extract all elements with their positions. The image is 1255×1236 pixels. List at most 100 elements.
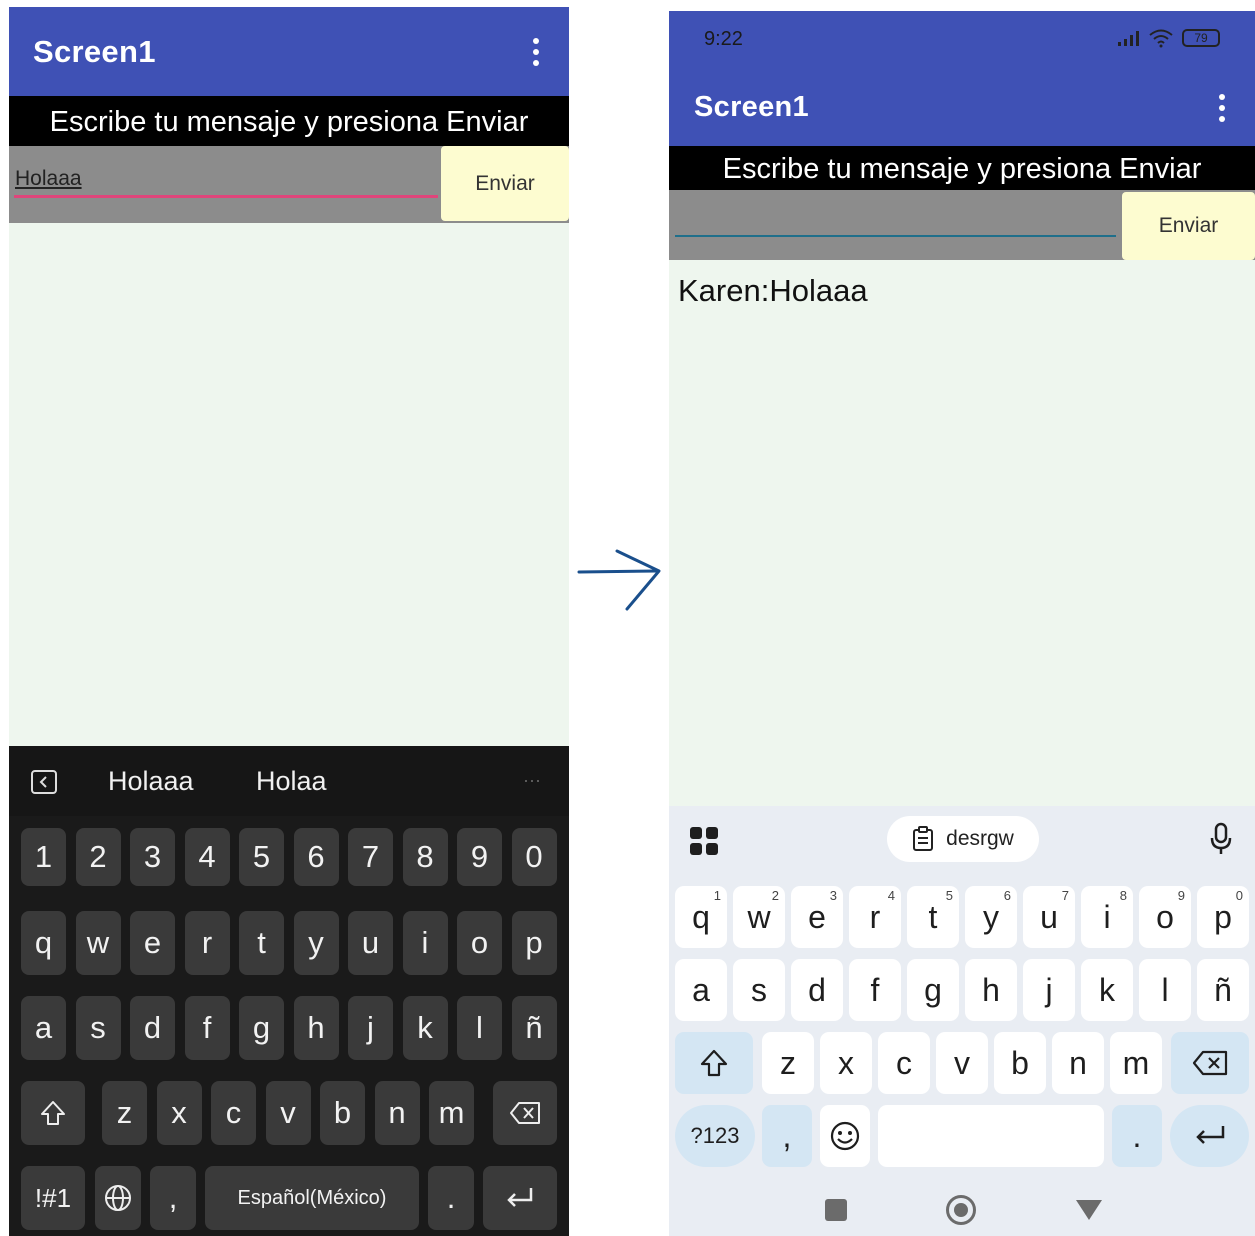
key-s[interactable]: s	[733, 959, 785, 1021]
key-x[interactable]: x	[156, 1081, 202, 1145]
language-key[interactable]	[95, 1166, 141, 1230]
key-o[interactable]: o	[457, 911, 502, 975]
backspace-icon	[1192, 1050, 1228, 1076]
key-7[interactable]: 7	[348, 828, 393, 886]
key-y[interactable]: y6	[965, 886, 1017, 948]
enter-key[interactable]	[483, 1166, 557, 1230]
backspace-key[interactable]	[493, 1081, 557, 1145]
key-i[interactable]: i8	[1081, 886, 1133, 948]
key-a[interactable]: a	[21, 996, 66, 1060]
space-key[interactable]	[878, 1105, 1104, 1167]
send-button[interactable]: Enviar	[441, 146, 569, 221]
key-s[interactable]: s	[75, 996, 121, 1060]
message-input[interactable]	[669, 190, 1119, 250]
space-key[interactable]: Español(México)	[205, 1166, 419, 1230]
enter-key[interactable]	[1170, 1105, 1249, 1167]
clipboard-suggestion-chip[interactable]: desrgw	[887, 816, 1039, 862]
overflow-menu-icon[interactable]	[1217, 94, 1227, 122]
comma-key[interactable]: ,	[150, 1166, 196, 1230]
overflow-menu-icon[interactable]	[531, 38, 541, 66]
key-3[interactable]: 3	[130, 828, 175, 886]
key-y[interactable]: y	[293, 911, 339, 975]
key-m[interactable]: m	[429, 1081, 474, 1145]
message-input[interactable]: Holaaa	[9, 146, 439, 206]
key-g[interactable]: g	[907, 959, 959, 1021]
more-options-icon[interactable]: ···	[523, 770, 541, 791]
key-r[interactable]: r	[184, 911, 230, 975]
key-label: o	[1156, 898, 1174, 935]
nav-back-button[interactable]	[1075, 1199, 1103, 1221]
key-o[interactable]: o9	[1139, 886, 1191, 948]
microphone-icon[interactable]	[1209, 822, 1233, 856]
key-0[interactable]: 0	[511, 828, 557, 886]
key-i[interactable]: i	[402, 911, 448, 975]
key-d[interactable]: d	[791, 959, 843, 1021]
key-n[interactable]: n	[374, 1081, 420, 1145]
key-label: e	[808, 898, 826, 935]
key-2[interactable]: 2	[75, 828, 121, 886]
nav-recents-button[interactable]	[825, 1199, 847, 1221]
key-ñ[interactable]: ñ	[1197, 959, 1249, 1021]
key-1[interactable]: 1	[21, 828, 66, 886]
key-f[interactable]: f	[849, 959, 901, 1021]
key-v[interactable]: v	[265, 1081, 311, 1145]
key-k[interactable]: k	[1081, 959, 1133, 1021]
comma-key[interactable]: ,	[762, 1105, 812, 1167]
suggestion-1[interactable]: Holaaa	[108, 766, 194, 797]
send-button[interactable]: Enviar	[1122, 192, 1255, 260]
emoji-key[interactable]	[820, 1105, 870, 1167]
nav-home-button[interactable]	[946, 1195, 976, 1225]
shift-key[interactable]	[675, 1032, 753, 1094]
numbers-key[interactable]: ?123	[675, 1105, 755, 1167]
key-h[interactable]: h	[293, 996, 339, 1060]
key-h[interactable]: h	[965, 959, 1017, 1021]
key-z[interactable]: z	[762, 1032, 814, 1094]
key-j[interactable]: j	[348, 996, 393, 1060]
key-6[interactable]: 6	[293, 828, 339, 886]
key-p[interactable]: p	[511, 911, 557, 975]
key-9[interactable]: 9	[457, 828, 502, 886]
key-w[interactable]: w	[75, 911, 121, 975]
key-x[interactable]: x	[820, 1032, 872, 1094]
key-a[interactable]: a	[675, 959, 727, 1021]
apps-grid-icon[interactable]	[689, 826, 719, 856]
key-f[interactable]: f	[184, 996, 230, 1060]
key-e[interactable]: e	[130, 911, 175, 975]
enter-icon	[1192, 1123, 1228, 1149]
key-d[interactable]: d	[130, 996, 175, 1060]
key-v[interactable]: v	[936, 1032, 988, 1094]
key-l[interactable]: l	[457, 996, 502, 1060]
key-j[interactable]: j	[1023, 959, 1075, 1021]
key-b[interactable]: b	[994, 1032, 1046, 1094]
key-m[interactable]: m	[1110, 1032, 1162, 1094]
key-8[interactable]: 8	[402, 828, 448, 886]
key-5[interactable]: 5	[239, 828, 284, 886]
key-c[interactable]: c	[211, 1081, 256, 1145]
suggestion-2[interactable]: Holaa	[256, 766, 327, 797]
key-l[interactable]: l	[1139, 959, 1191, 1021]
key-k[interactable]: k	[402, 996, 448, 1060]
key-t[interactable]: t	[239, 911, 284, 975]
backspace-key[interactable]	[1171, 1032, 1249, 1094]
symbols-key[interactable]: !#1	[21, 1166, 85, 1230]
key-t[interactable]: t5	[907, 886, 959, 948]
key-p[interactable]: p0	[1197, 886, 1249, 948]
collapse-keyboard-icon[interactable]	[31, 770, 57, 794]
key-b[interactable]: b	[320, 1081, 365, 1145]
key-z[interactable]: z	[102, 1081, 147, 1145]
key-4[interactable]: 4	[184, 828, 230, 886]
key-w[interactable]: w2	[733, 886, 785, 948]
key-u[interactable]: u	[348, 911, 393, 975]
key-r[interactable]: r4	[849, 886, 901, 948]
key-q[interactable]: q1	[675, 886, 727, 948]
key-q[interactable]: q	[21, 911, 66, 975]
period-key[interactable]: .	[428, 1166, 474, 1230]
key-c[interactable]: c	[878, 1032, 930, 1094]
shift-key[interactable]	[21, 1081, 85, 1145]
key-e[interactable]: e3	[791, 886, 843, 948]
period-key[interactable]: .	[1112, 1105, 1162, 1167]
key-ñ[interactable]: ñ	[511, 996, 557, 1060]
key-n[interactable]: n	[1052, 1032, 1104, 1094]
key-u[interactable]: u7	[1023, 886, 1075, 948]
key-g[interactable]: g	[239, 996, 284, 1060]
